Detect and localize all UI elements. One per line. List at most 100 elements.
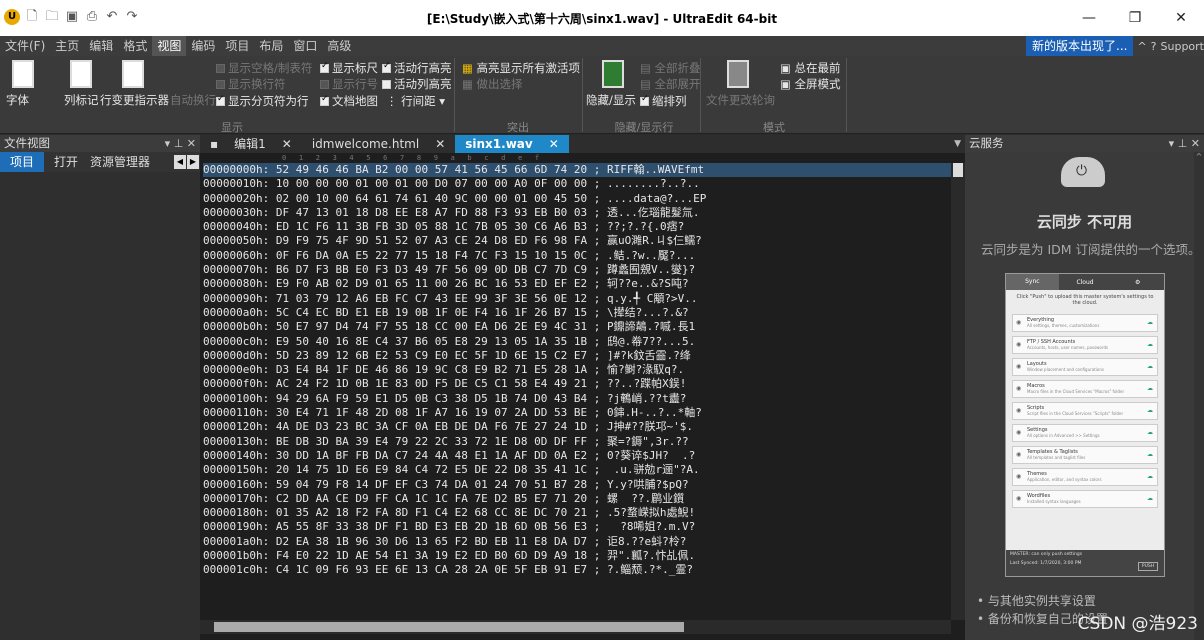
font-button[interactable]: 字体	[6, 92, 29, 108]
maximize-button[interactable]: ❐	[1112, 0, 1158, 36]
group-label-hide-show-lines: 隐藏/显示行	[614, 121, 674, 134]
line-change-indicator-button[interactable]: 行变更指示器	[100, 92, 169, 108]
hide-show-button[interactable]: 隐藏/显示	[586, 92, 636, 108]
gear-icon: ⚙	[1134, 278, 1141, 286]
tab-sinx1-wav[interactable]: sinx1.wav ✕	[455, 135, 569, 153]
hex-row[interactable]: 00000120h: 4A DE D3 23 BC 3A CF 0A EB DE…	[203, 420, 965, 434]
always-on-top-button[interactable]: ▣ 总在最前	[780, 60, 841, 76]
menu-item[interactable]: 项目	[220, 36, 254, 56]
hex-row[interactable]: 00000130h: BE DB 3D BA 39 E4 79 22 2C 33…	[203, 435, 965, 449]
hex-row[interactable]: 00000190h: A5 55 8F 33 38 DF F1 BD E3 EB…	[203, 520, 965, 534]
menu-item[interactable]: 格式	[118, 36, 152, 56]
collapse-all-button[interactable]: ▤ 全部折叠	[640, 60, 701, 76]
hex-row[interactable]: 00000080h: E9 F0 AB 02 D9 01 65 11 00 26…	[203, 277, 965, 291]
active-col-highlight-toggle[interactable]: 活动列高亮	[382, 76, 452, 92]
menu-item[interactable]: 高级	[322, 36, 356, 56]
document-map-toggle[interactable]: 文档地图	[320, 93, 378, 109]
hex-row[interactable]: 00000040h: ED 1C F6 11 3B FB 3D 05 88 1C…	[203, 220, 965, 234]
auto-wrap-button[interactable]: 自动换行	[170, 92, 216, 108]
menu-item[interactable]: 视图	[152, 36, 187, 56]
active-row-highlight-toggle[interactable]: 活动行高亮	[382, 60, 452, 76]
tab-project[interactable]: 项目	[0, 152, 45, 172]
menu-item[interactable]: 文件(F)	[0, 36, 50, 56]
chevron-down-icon[interactable]: ▼	[954, 135, 961, 153]
chevron-up-icon[interactable]: ^	[1137, 40, 1146, 53]
hex-row[interactable]: 000000c0h: E9 50 40 16 8E C4 37 B6 05 E8…	[203, 335, 965, 349]
column-marker-button[interactable]: 列标记	[64, 92, 99, 108]
hex-row[interactable]: 000000d0h: 5D 23 89 12 6B E2 53 C9 E0 EC…	[203, 349, 965, 363]
cloud-services-header: 云服务 ▾ ⊥ ✕	[965, 135, 1204, 152]
show-line-numbers-toggle[interactable]: 显示行号	[320, 76, 378, 92]
hex-row[interactable]: 00000020h: 02 00 10 00 64 61 74 61 40 9C…	[203, 192, 965, 206]
panel-scrollbar[interactable]: ^	[1194, 152, 1204, 640]
new-version-notice[interactable]: 新的版本出现了...	[1026, 36, 1134, 56]
line-spacing-dropdown[interactable]: ⋮ 行间距 ▾	[386, 93, 445, 109]
share-settings-link[interactable]: • 与其他实例共享设置	[977, 592, 1108, 610]
tab-open[interactable]: 打开	[44, 152, 88, 172]
show-page-breaks-toggle[interactable]: 显示分页符为行	[216, 93, 309, 109]
hex-row[interactable]: 000000a0h: 5C C4 EC BD E1 EB 19 0B 1F 0E…	[203, 306, 965, 320]
hex-row[interactable]: 00000000h: 52 49 46 46 BA B2 00 00 57 41…	[203, 163, 965, 178]
horizontal-scrollbar[interactable]	[200, 620, 951, 634]
hex-view[interactable]: 00000000h: 52 49 46 46 BA B2 00 00 57 41…	[200, 163, 965, 578]
file-change-poll-icon[interactable]	[727, 60, 749, 88]
panel-controls-icon[interactable]: ▾ ⊥ ✕	[165, 135, 196, 152]
close-button[interactable]: ✕	[1158, 0, 1204, 36]
line-change-icon[interactable]	[122, 60, 144, 88]
hex-row[interactable]: 000001c0h: C4 1C 09 F6 93 EE 6E 13 CA 28…	[203, 563, 965, 577]
file-change-poll-button[interactable]: 文件更改轮询	[706, 92, 775, 108]
hex-row[interactable]: 00000090h: 71 03 79 12 A6 EB FC C7 43 EE…	[203, 292, 965, 306]
hex-row[interactable]: 000000e0h: D3 E4 B4 1F DE 46 86 19 9C C8…	[203, 363, 965, 377]
column-marker-icon[interactable]	[70, 60, 92, 88]
hex-row[interactable]: 00000150h: 20 14 75 1D E6 E9 84 C4 72 E5…	[203, 463, 965, 477]
hex-row[interactable]: 000000f0h: AC 24 F2 1D 0B 1E 83 0D F5 DE…	[203, 377, 965, 391]
hex-row[interactable]: 00000160h: 59 04 79 F8 14 DF EF C3 74 DA…	[203, 478, 965, 492]
hex-row[interactable]: 00000030h: DF 47 13 01 18 D8 EE E8 A7 FD…	[203, 206, 965, 220]
indent-toggle[interactable]: 缩排列	[640, 93, 687, 109]
fullscreen-button[interactable]: ▣ 全屏模式	[780, 76, 841, 92]
minimize-button[interactable]: —	[1066, 0, 1112, 36]
tab-cloud: Cloud	[1076, 278, 1094, 286]
hex-row[interactable]: 00000170h: C2 DD AA CE D9 FF CA 1C 1C FA…	[203, 492, 965, 506]
close-icon[interactable]: ✕	[435, 135, 445, 153]
support-menu[interactable]: Support	[1161, 40, 1204, 53]
hex-row[interactable]: 00000180h: 01 35 A2 18 F2 FA 8D F1 C4 E2…	[203, 506, 965, 520]
hex-row[interactable]: 000000b0h: 50 E7 97 D4 74 F7 55 18 CC 00…	[203, 320, 965, 334]
hex-row[interactable]: 00000010h: 10 00 00 00 01 00 01 00 D0 07…	[203, 177, 965, 191]
show-line-endings-toggle[interactable]: 显示换行符	[216, 76, 286, 92]
hex-row[interactable]: 00000050h: D9 F9 75 4F 9D 51 52 07 A3 CE…	[203, 234, 965, 248]
menu-item[interactable]: 主页	[50, 36, 84, 56]
show-ruler-toggle[interactable]: 显示标尺	[320, 60, 378, 76]
help-icon[interactable]: ?	[1151, 40, 1157, 53]
highlight-all-button[interactable]: ▦ 高亮显示所有激活项	[462, 60, 580, 76]
hex-row[interactable]: 00000100h: 94 29 6A F9 59 E1 D5 0B C3 38…	[203, 392, 965, 406]
sync-item: FTP / SSH AccountsAccounts, hosts, user …	[1012, 336, 1158, 354]
tab-edit1[interactable]: ▪ 编辑1 ✕	[200, 135, 302, 153]
menu-item[interactable]: 编码	[186, 36, 220, 56]
show-spaces-toggle[interactable]: 显示空格/制表符	[216, 60, 312, 76]
tab-explorer[interactable]: 资源管理器	[88, 152, 152, 172]
hex-row[interactable]: 00000140h: 30 DD 1A BF FB DA C7 24 4A 48…	[203, 449, 965, 463]
menu-item[interactable]: 窗口	[288, 36, 322, 56]
close-icon[interactable]: ✕	[282, 135, 292, 153]
make-selection-button[interactable]: ▦ 做出选择	[462, 76, 523, 92]
menu-item[interactable]: 布局	[254, 36, 288, 56]
close-icon[interactable]: ✕	[549, 135, 559, 153]
sync-preview: Sync Cloud ⚙ Click "Push" to upload this…	[1005, 273, 1165, 577]
sync-item: LayoutsWindow placement and configuratio…	[1012, 358, 1158, 376]
hex-row[interactable]: 00000060h: 0F F6 DA 0A E5 22 77 15 18 F4…	[203, 249, 965, 263]
chevron-left-icon[interactable]: ◀	[174, 155, 186, 169]
hex-row[interactable]: 000001b0h: F4 E0 22 1D AE 54 E1 3A 19 E2…	[203, 549, 965, 563]
hex-row[interactable]: 00000110h: 30 E4 71 1F 48 2D 08 1F A7 16…	[203, 406, 965, 420]
menu-item[interactable]: 编辑	[84, 36, 118, 56]
chevron-right-icon[interactable]: ▶	[187, 155, 199, 169]
vertical-scrollbar[interactable]	[951, 163, 965, 620]
tab-idmwelcome[interactable]: idmwelcome.html ✕	[302, 135, 455, 153]
expand-all-button[interactable]: ▤ 全部展开	[640, 76, 701, 92]
hide-show-icon[interactable]	[602, 60, 624, 88]
panel-controls-icon[interactable]: ▾ ⊥ ✕	[1169, 135, 1200, 152]
file-view-panel: 文件视图 ▾ ⊥ ✕ 项目 打开 资源管理器 ◀ ▶	[0, 135, 200, 640]
font-icon[interactable]	[12, 60, 34, 88]
hex-row[interactable]: 000001a0h: D2 EA 38 1B 96 30 D6 13 65 F2…	[203, 535, 965, 549]
hex-row[interactable]: 00000070h: B6 D7 F3 BB E0 F3 D3 49 7F 56…	[203, 263, 965, 277]
